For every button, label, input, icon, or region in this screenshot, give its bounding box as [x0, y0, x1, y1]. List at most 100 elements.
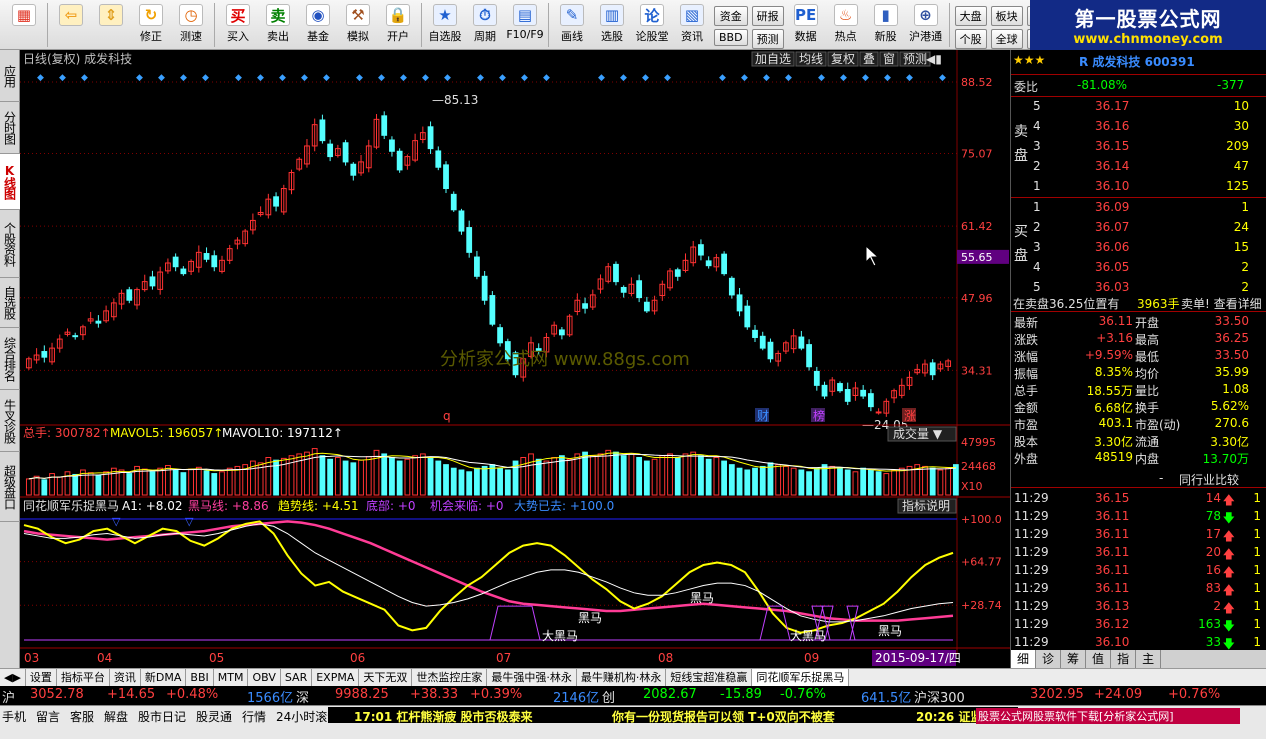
- indicator-tab-8[interactable]: EXPMA: [312, 669, 360, 686]
- toolbar-button-select[interactable]: ▥ 选股: [592, 0, 632, 48]
- toolbar-button-period[interactable]: ⏱ 周期: [465, 0, 505, 48]
- clock-icon: ◷: [179, 4, 203, 26]
- toolbar-button-fund[interactable]: ◉ 基金: [298, 0, 338, 48]
- indicator-tab-2[interactable]: 资讯: [110, 669, 141, 686]
- indicator-tab-3[interactable]: 新DMA: [141, 669, 187, 686]
- left-tab-2[interactable]: K线图: [0, 154, 20, 210]
- toolbar-small-button[interactable]: 资金: [714, 6, 748, 26]
- chart-header-more-icon[interactable]: ◀▮: [926, 52, 942, 66]
- indicator-tab-12[interactable]: 最牛赚机构·林永: [577, 669, 667, 686]
- toolbar-small-button[interactable]: 个股: [954, 29, 987, 49]
- indicator-tab-13[interactable]: 短线宝超准稳赢: [666, 669, 753, 686]
- toolbar-button-clock[interactable]: ◷ 测速: [171, 0, 211, 48]
- position-note-row[interactable]: 在卖盘36.25位置有 3963手 卖单! 查看详细: [1011, 294, 1266, 311]
- indicator-tab-9[interactable]: 天下无双: [359, 669, 413, 686]
- event-marker[interactable]: 财: [757, 409, 769, 423]
- event-marker[interactable]: 榜: [813, 408, 825, 423]
- left-tab-0[interactable]: 应用: [0, 50, 20, 102]
- toolbar-button-back[interactable]: ⇦: [51, 0, 91, 48]
- stat-row: 最新 36.11 开盘 33.50: [1011, 313, 1266, 330]
- volume-bar: [813, 467, 820, 496]
- news-item-2[interactable]: 你有一份现货报告可以领 T+0双向不被套: [612, 708, 835, 725]
- toolbar-button-sell[interactable]: 卖卖出: [258, 0, 298, 48]
- indicator-tab-14[interactable]: 同花顺军乐捉黑马: [752, 669, 850, 686]
- chart-header-button[interactable]: 加自选: [755, 52, 791, 66]
- toolbar-button-newstock[interactable]: ▮ 新股: [866, 0, 906, 48]
- status-item-3[interactable]: 解盘: [104, 708, 128, 725]
- volume-bar: [95, 474, 102, 496]
- status-item-6[interactable]: 行情: [242, 708, 266, 725]
- toolbar-button-star[interactable]: ★ 自选股: [425, 0, 465, 48]
- indicator-tab-6[interactable]: OBV: [248, 669, 281, 686]
- volume-bar: [350, 462, 357, 496]
- left-tab-7[interactable]: 超级盘口: [0, 452, 20, 522]
- toolbar-button-lock[interactable]: 🔒 开户: [378, 0, 418, 48]
- toolbar-small-button[interactable]: 研报: [751, 6, 784, 26]
- left-tab-6[interactable]: 牛叉诊股: [0, 390, 20, 452]
- toolbar-button-buy[interactable]: 买买入: [218, 0, 258, 48]
- status-item-1[interactable]: 留言: [36, 708, 60, 725]
- left-tab-1[interactable]: 分时图: [0, 102, 20, 154]
- left-tab-3[interactable]: 个股资料: [0, 210, 20, 278]
- indicator-tab-1[interactable]: 指标平台: [57, 669, 110, 686]
- toolbar-small-button[interactable]: 板块: [990, 6, 1023, 26]
- indicator-tab-4[interactable]: BBI: [186, 669, 214, 686]
- status-item-4[interactable]: 股市日记: [138, 708, 186, 725]
- price-tick-label: 34.31: [961, 364, 993, 377]
- quote-tab-0[interactable]: 细: [1011, 650, 1037, 668]
- chart-header-button[interactable]: 叠: [863, 52, 875, 66]
- toolbar-small-button[interactable]: BBD: [714, 29, 748, 46]
- candle-body: [813, 370, 820, 386]
- toolbar-button-f10[interactable]: ▤ F10/F9: [505, 0, 545, 48]
- toolbar-button-pe[interactable]: PE 数据: [786, 0, 826, 48]
- indicator-tab-10[interactable]: 世杰监控庄家: [412, 669, 488, 686]
- quote-tab-1[interactable]: 诊: [1036, 650, 1062, 668]
- event-marker[interactable]: 涨: [904, 408, 916, 423]
- toolbar-button-hammer[interactable]: ⚒ 模拟: [338, 0, 378, 48]
- toolbar-button-updown[interactable]: ⇕: [91, 0, 131, 48]
- chart-header-button[interactable]: 复权: [831, 52, 855, 66]
- quote-tab-4[interactable]: 指: [1111, 650, 1137, 668]
- chart-canvas[interactable]: 日线(复权) 成发科技 加自选 均线 复权叠窗预测◀▮ 88.52 75.07 61.42 4…: [20, 50, 1010, 668]
- volume-bar: [759, 465, 766, 496]
- toolbar-button-news[interactable]: ▧ 资讯: [672, 0, 712, 48]
- bid-volume: 2: [1241, 280, 1249, 294]
- indicator-tab-0[interactable]: 设置: [26, 669, 57, 686]
- indicator-tick-label: +64.77: [961, 556, 1002, 569]
- chart-header-button[interactable]: 预测: [903, 52, 927, 66]
- toolbar-button-fix[interactable]: ↻ 修正: [131, 0, 171, 48]
- status-item-5[interactable]: 股灵通: [196, 708, 232, 725]
- toolbar-small-button[interactable]: 全球: [990, 29, 1023, 49]
- toolbar-small-button[interactable]: 预测: [751, 29, 784, 49]
- bid-level: 5: [1033, 280, 1041, 294]
- event-marker[interactable]: q: [443, 409, 451, 423]
- quote-tab-2[interactable]: 筹: [1061, 650, 1087, 668]
- tab-nav-arrows-icon[interactable]: ◀▶: [0, 669, 26, 686]
- indicator-tab-7[interactable]: SAR: [281, 669, 313, 686]
- toolbar-button-hk[interactable]: ⊕ 沪港通: [906, 0, 946, 48]
- status-item-2[interactable]: 客服: [70, 708, 94, 725]
- left-tab-4[interactable]: 自选股: [0, 278, 20, 328]
- candle-body: [72, 335, 79, 338]
- bid-row: 3 36.06 15: [1011, 239, 1266, 256]
- quote-tab-5[interactable]: 主: [1136, 650, 1162, 668]
- indicator-tab-5[interactable]: MTM: [214, 669, 249, 686]
- news-item-3[interactable]: 20:26 证监: [916, 708, 982, 725]
- volume-ma5-label: MAVOL5: 196057↑: [110, 426, 223, 440]
- status-item-0[interactable]: 手机: [2, 708, 26, 725]
- toolbar-button-pen[interactable]: ✎ 画线: [552, 0, 592, 48]
- volume-bar: [860, 467, 867, 496]
- toolbar-button-forum[interactable]: 论论股堂: [632, 0, 672, 48]
- toolbar-button-label: 沪港通: [909, 30, 943, 43]
- indicator-tab-11[interactable]: 最牛强中强·林永: [487, 669, 577, 686]
- industry-compare-button[interactable]: 同行业比较: [1179, 471, 1239, 488]
- left-tab-5[interactable]: 综合排名: [0, 328, 20, 390]
- toolbar-button-logo[interactable]: ▦: [4, 0, 44, 48]
- news-item-1[interactable]: 17:01 杠杆熊渐疲 股市否极泰来: [354, 708, 533, 725]
- chart-header-button[interactable]: 窗: [883, 52, 895, 66]
- toolbar-small-button[interactable]: 大盘: [954, 6, 987, 26]
- chart-header-button[interactable]: 均线: [799, 52, 823, 66]
- quote-title-row[interactable]: ★★★ R 成发科技 600391: [1011, 52, 1266, 69]
- toolbar-button-hot[interactable]: ♨ 热点: [826, 0, 866, 48]
- quote-tab-3[interactable]: 值: [1086, 650, 1112, 668]
